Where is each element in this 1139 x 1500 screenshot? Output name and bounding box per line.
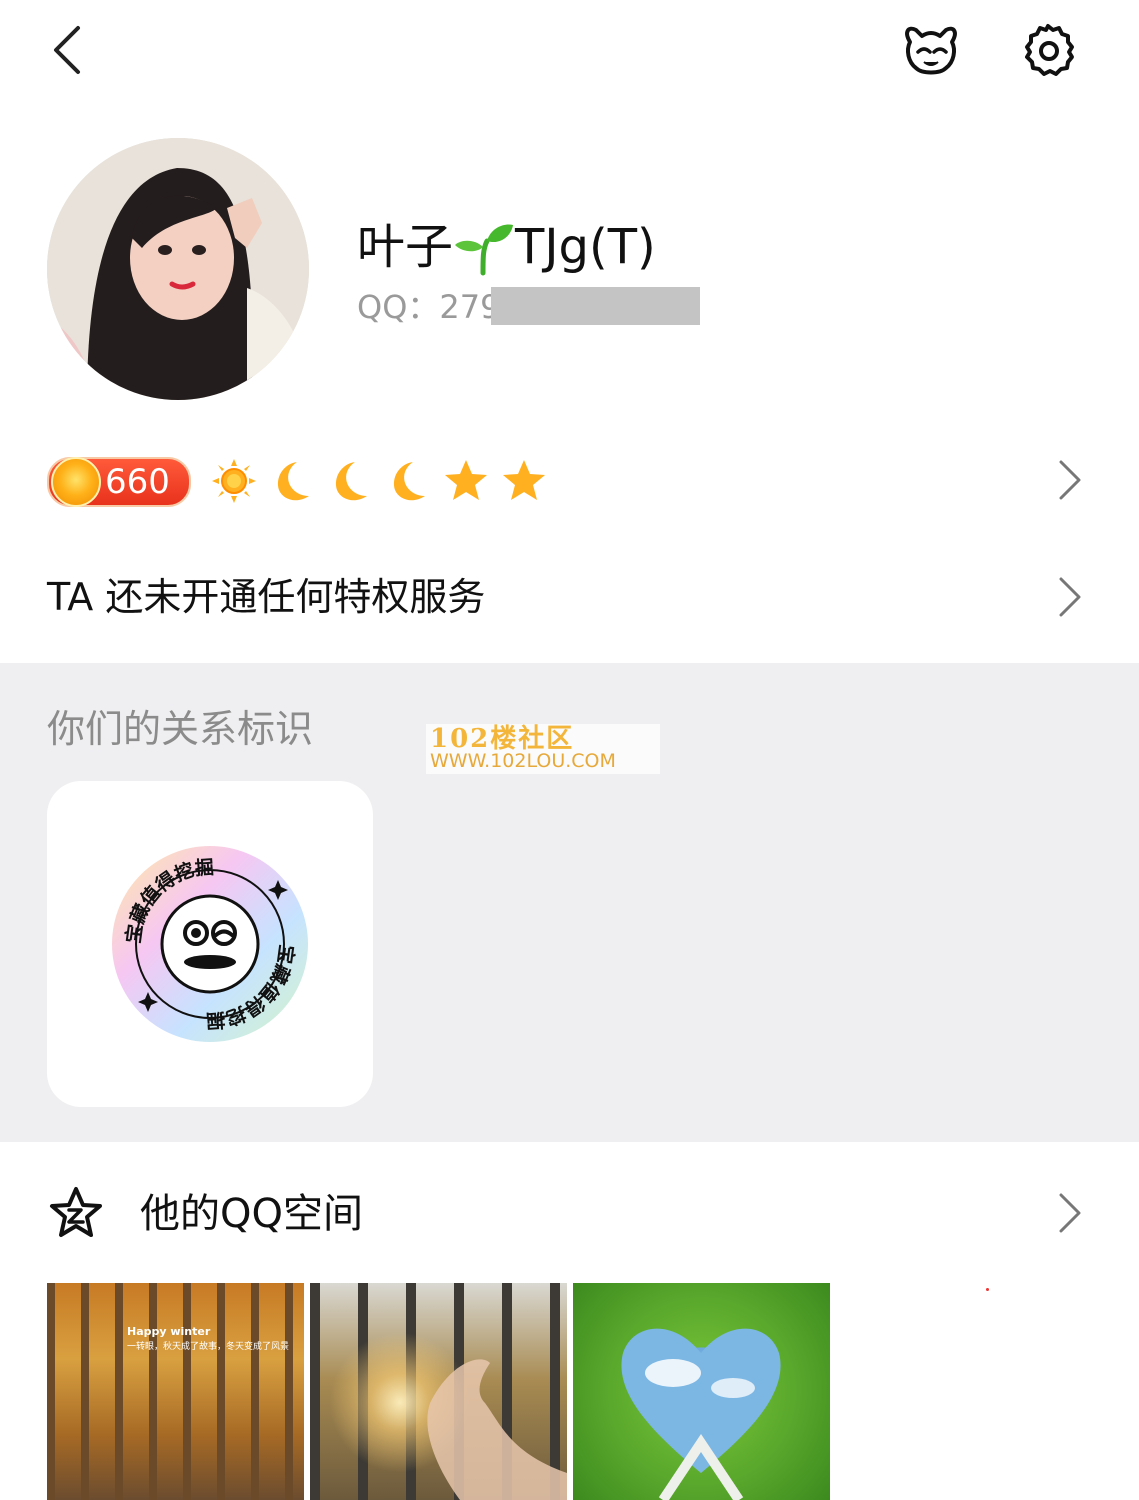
- qzone-photo[interactable]: Happy winter 一转眼，秋天成了故事，冬天变成了风景: [47, 1283, 304, 1500]
- pet-mascot-button[interactable]: [900, 22, 962, 80]
- moon-icon: [393, 462, 425, 501]
- avatar-portrait: [47, 138, 309, 400]
- moon-icon: [277, 462, 309, 501]
- level-number: 660: [105, 462, 170, 502]
- qq-penguin-mascot-icon: [905, 26, 957, 75]
- watermark: 102楼社区 WWW.102LOU.COM: [426, 724, 660, 774]
- chevron-right-icon[interactable]: [1057, 577, 1083, 617]
- privilege-status-text[interactable]: TA 还未开通任何特权服务: [47, 572, 485, 622]
- relation-title: 你们的关系标识: [47, 707, 314, 751]
- qq-number: QQ：279: [357, 287, 500, 327]
- back-button[interactable]: [40, 22, 96, 78]
- seedling-icon: [455, 224, 514, 276]
- treasure-badge-icon: 宝藏值得挖掘 宝藏值得挖掘: [112, 846, 308, 1042]
- qzone-star-icon: [48, 1186, 104, 1242]
- level-badge: 660: [47, 457, 191, 507]
- avatar[interactable]: [47, 138, 309, 400]
- gear-icon: [1025, 24, 1074, 76]
- level-row[interactable]: 660: [47, 452, 1087, 508]
- coin-icon: [51, 457, 101, 507]
- relation-badge-card[interactable]: 宝藏值得挖掘 宝藏值得挖掘: [47, 781, 373, 1107]
- moon-icon: [335, 462, 367, 501]
- settings-button[interactable]: [1020, 22, 1076, 78]
- photo-caption: Happy winter: [127, 1325, 211, 1338]
- star-icon: [445, 460, 487, 500]
- qq-label: QQ：: [357, 288, 440, 326]
- nickname: 叶子 TJg(T): [357, 212, 656, 276]
- qq-redaction: [491, 287, 700, 325]
- nickname-prefix: 叶子: [357, 219, 454, 275]
- chevron-left-icon: [54, 26, 80, 74]
- notification-dot: [986, 1288, 989, 1291]
- qzone-title[interactable]: 他的QQ空间: [140, 1188, 363, 1240]
- qzone-photo[interactable]: [573, 1283, 830, 1500]
- heart-sky-shape: [621, 1328, 781, 1500]
- hand-silhouette: [427, 1359, 567, 1500]
- sun-icon: [212, 459, 256, 503]
- star-icon: [503, 460, 545, 500]
- chevron-right-icon[interactable]: [1057, 1193, 1083, 1233]
- chevron-right-icon: [1059, 460, 1081, 500]
- nickname-suffix: TJg(T): [515, 219, 656, 275]
- qzone-photo[interactable]: [310, 1283, 567, 1500]
- watermark-line2: WWW.102LOU.COM: [430, 750, 616, 772]
- photo-subcaption: 一转眼，秋天成了故事，冬天变成了风景: [127, 1342, 290, 1352]
